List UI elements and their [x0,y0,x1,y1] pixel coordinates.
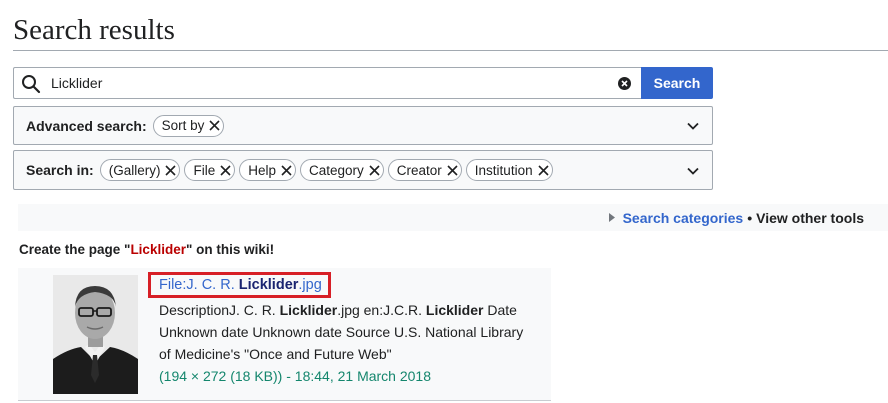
result-divider [18,400,551,401]
snippet-line: DescriptionJ. C. R. Licklider.jpg en:J.C… [159,299,554,321]
chip-file[interactable]: File [184,159,236,181]
close-icon[interactable] [165,164,177,176]
tools-separator: • [747,209,753,226]
create-suffix: " on this wiki! [185,242,275,257]
snippet-match: Licklider [425,302,484,318]
search-in-panel[interactable]: Search in: (Gallery) File Help Category … [13,150,713,190]
close-icon[interactable] [281,164,292,176]
portrait-photo [53,275,138,394]
result-metadata: (194 × 272 (18 KB)) - 18:44, 21 March 20… [159,368,431,384]
snippet-text: Date [483,302,517,318]
search-tools-bar: Search categories • View other tools [18,204,888,231]
result-thumbnail[interactable] [53,275,138,394]
snippet-line: Unknown date Unknown date Source U.S. Na… [159,324,524,340]
search-icon [22,75,41,94]
result-title-prefix: File:J. C. R. [159,277,239,293]
result-title-match: Licklider [238,277,299,293]
chip-sort-by[interactable]: Sort by [152,114,225,137]
advanced-search-label: Advanced search: [26,117,147,134]
chip-institution[interactable]: Institution [465,159,553,181]
chevron-down-icon[interactable] [687,167,699,175]
chip-gallery[interactable]: (Gallery) [99,159,181,181]
title-divider [13,50,888,51]
search-in-label: Search in: [26,162,94,178]
chip-label: (Gallery) [108,162,161,178]
chip-label: Category [309,162,364,178]
chip-help[interactable]: Help [239,159,296,181]
snippet-text: .jpg en:J.C.R. [337,302,426,318]
result-title-link[interactable]: File:J. C. R. Licklider.jpg [148,272,331,298]
snippet-text: DescriptionJ. C. R. [159,302,280,318]
chip-label: Creator [396,162,442,178]
expand-triangle-icon[interactable] [608,213,615,222]
close-icon[interactable] [369,164,380,176]
create-page-link[interactable]: Licklider [130,242,186,257]
chevron-down-icon[interactable] [687,122,699,130]
search-button[interactable]: Search [641,67,713,99]
create-page-notice: Create the page "Licklider" on this wiki… [19,242,274,257]
snippet-match: Licklider [279,302,338,318]
search-form: Search [13,67,713,99]
page-title: Search results [13,14,175,46]
chip-category[interactable]: Category [300,159,384,181]
close-icon[interactable] [447,164,458,176]
search-categories-link[interactable]: Search categories [623,210,744,226]
close-icon[interactable] [209,120,220,131]
chip-label: Help [248,162,276,178]
clear-icon[interactable] [618,77,631,90]
search-result: File:J. C. R. Licklider.jpg DescriptionJ… [18,268,551,400]
search-box[interactable] [13,67,641,99]
chip-label: File [193,162,216,178]
result-snippet: DescriptionJ. C. R. Licklider.jpg en:J.C… [159,299,554,365]
close-icon[interactable] [220,164,231,176]
search-input[interactable] [51,69,611,97]
chip-label: Sort by [161,118,205,133]
snippet-line: of Medicine's "Once and Future Web" [159,346,392,362]
chip-label: Institution [474,162,533,178]
view-other-tools-link[interactable]: View other tools [756,210,864,226]
close-icon[interactable] [538,164,549,176]
advanced-search-panel[interactable]: Advanced search: Sort by [13,106,713,145]
result-title-suffix: .jpg [298,277,322,293]
chip-creator[interactable]: Creator [387,159,462,181]
create-prefix: Create the page " [19,242,131,257]
